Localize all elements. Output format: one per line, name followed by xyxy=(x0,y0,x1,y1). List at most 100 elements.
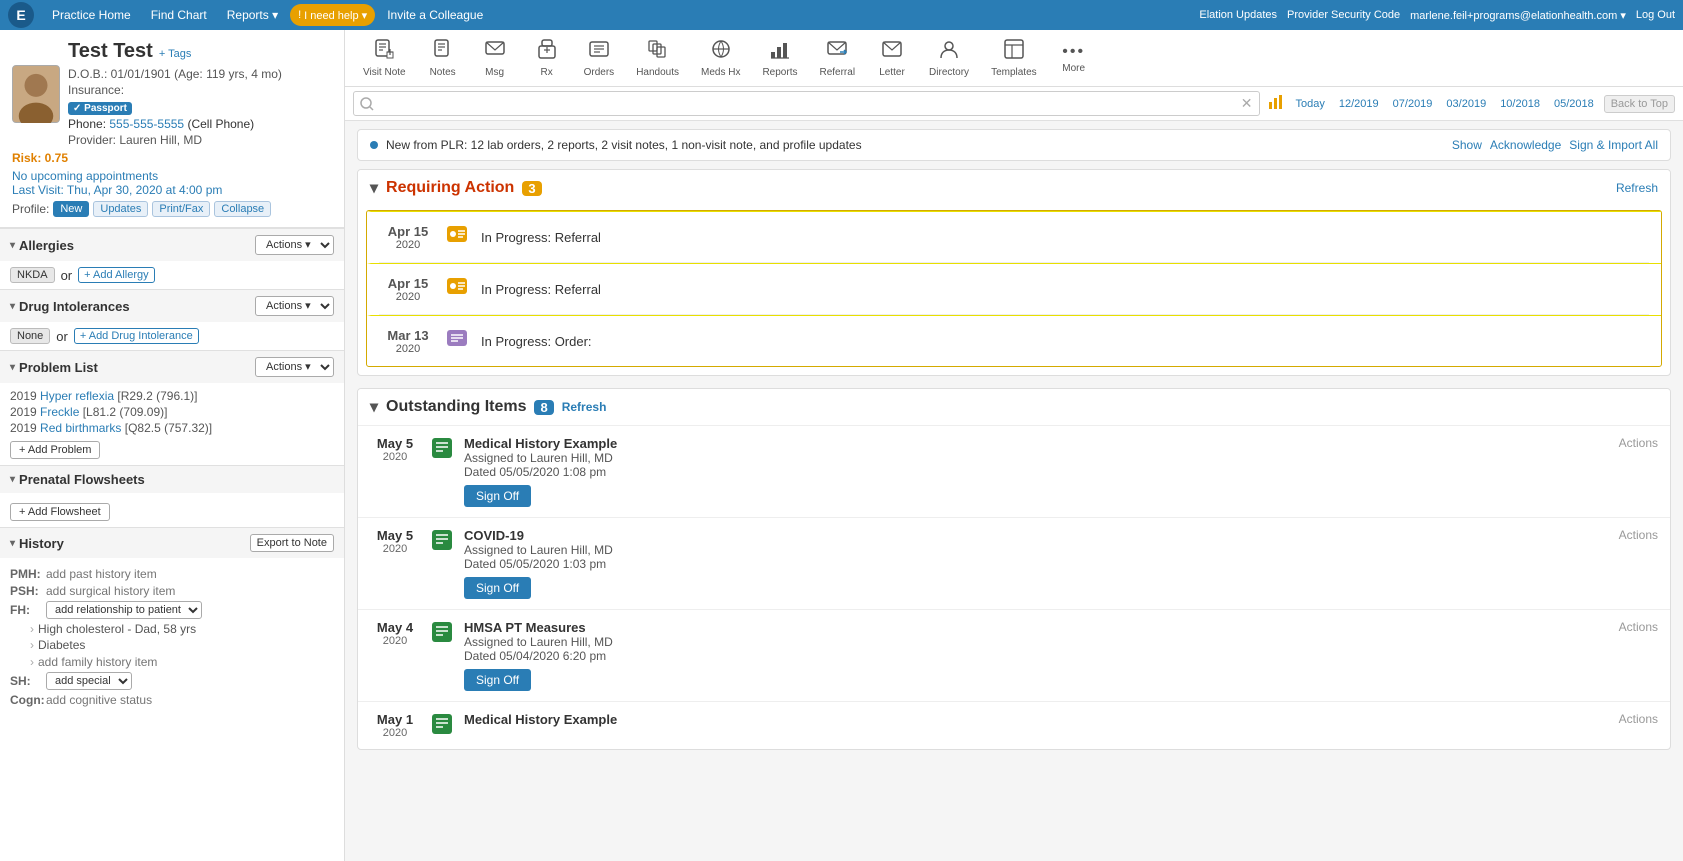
requiring-action-chevron[interactable]: ▾ xyxy=(370,178,378,198)
more-btn[interactable]: ••• More xyxy=(1049,39,1099,78)
cogn-input[interactable] xyxy=(46,693,334,707)
or-label-1: or xyxy=(61,268,73,283)
nav-practice-home[interactable]: Practice Home xyxy=(44,4,139,26)
orders-btn[interactable]: Orders xyxy=(574,34,625,82)
nav-reports[interactable]: Reports ▾ xyxy=(219,4,286,26)
add-drug-intolerance-btn[interactable]: + Add Drug Intolerance xyxy=(74,328,199,344)
history-body: PMH: PSH: FH: add relationship to patien… xyxy=(0,558,344,716)
plr-sign-import-link[interactable]: Sign & Import All xyxy=(1569,138,1658,152)
allergies-header[interactable]: Allergies Actions ▾ xyxy=(0,229,344,261)
visit-note-icon xyxy=(373,38,395,65)
referral-icon xyxy=(826,38,848,65)
phone-number[interactable]: 555-555-5555 xyxy=(109,117,184,131)
problem-list-header[interactable]: Problem List Actions ▾ xyxy=(0,351,344,383)
drug-intolerances-body: None or + Add Drug Intolerance xyxy=(0,322,344,350)
problem-name-2[interactable]: Freckle xyxy=(40,405,79,419)
outstanding-item-1-actions[interactable]: Actions xyxy=(1619,436,1658,450)
outstanding-item-3-actions[interactable]: Actions xyxy=(1619,620,1658,634)
action-date-2: Apr 15 2020 xyxy=(383,276,433,303)
last-visit[interactable]: Last Visit: Thu, Apr 30, 2020 at 4:00 pm xyxy=(12,183,332,197)
elation-updates-link[interactable]: Elation Updates xyxy=(1199,9,1277,21)
outstanding-item-4-details: Medical History Example xyxy=(464,712,1609,727)
profile-collapse-btn[interactable]: Collapse xyxy=(214,201,271,217)
letter-btn[interactable]: Letter xyxy=(867,34,917,82)
outstanding-item-1-title: Medical History Example xyxy=(464,436,1609,451)
search-input[interactable] xyxy=(378,97,1241,111)
outstanding-items-refresh[interactable]: Refresh xyxy=(562,400,607,414)
sign-off-btn-2[interactable]: Sign Off xyxy=(464,577,531,599)
action-date-1: Apr 15 2020 xyxy=(383,224,433,251)
problem-name-1[interactable]: Hyper reflexia xyxy=(40,389,114,403)
templates-btn[interactable]: Templates xyxy=(981,34,1047,82)
allergies-actions[interactable]: Actions ▾ xyxy=(255,235,334,255)
plr-show-link[interactable]: Show xyxy=(1452,138,1482,152)
add-flowsheet-btn[interactable]: + Add Flowsheet xyxy=(10,503,110,521)
provider-security-link[interactable]: Provider Security Code xyxy=(1287,9,1400,21)
drug-intolerances-header[interactable]: Drug Intolerances Actions ▾ xyxy=(0,290,344,322)
problem-list-chevron xyxy=(10,362,15,373)
sign-off-btn-1[interactable]: Sign Off xyxy=(464,485,531,507)
sign-off-btn-3[interactable]: Sign Off xyxy=(464,669,531,691)
add-problem-btn[interactable]: + Add Problem xyxy=(10,441,100,459)
left-panel: Test Test + Tags D.O.B.: 01/01/1901 (Age… xyxy=(0,30,345,861)
plr-banner: New from PLR: 12 lab orders, 2 reports, … xyxy=(357,129,1671,161)
handouts-btn[interactable]: Handouts xyxy=(626,34,689,82)
fh-item-1: › High cholesterol - Dad, 58 yrs xyxy=(30,622,334,636)
visit-note-btn[interactable]: Visit Note xyxy=(353,34,416,82)
outstanding-item-2-dated: Dated 05/05/2020 1:03 pm xyxy=(464,557,1609,571)
problem-year-3: 2019 xyxy=(10,421,40,435)
tags-link[interactable]: + Tags xyxy=(159,48,192,60)
drug-intolerances-actions[interactable]: Actions ▾ xyxy=(255,296,334,316)
timeline-today[interactable]: Today xyxy=(1292,96,1329,112)
or-label-2: or xyxy=(56,329,68,344)
handouts-icon xyxy=(647,38,669,65)
nav-find-chart[interactable]: Find Chart xyxy=(143,4,215,26)
outstanding-item-3-date: May 4 2020 xyxy=(370,620,420,647)
export-to-note-btn[interactable]: Export to Note xyxy=(250,534,334,552)
sh-select[interactable]: add special xyxy=(46,672,132,690)
outstanding-item-4-actions[interactable]: Actions xyxy=(1619,712,1658,726)
notes-btn[interactable]: Notes xyxy=(418,34,468,82)
directory-btn[interactable]: Directory xyxy=(919,34,979,82)
requiring-action-refresh[interactable]: Refresh xyxy=(1616,181,1658,195)
profile-new-btn[interactable]: New xyxy=(53,201,89,217)
fh-item-2: › Diabetes xyxy=(30,638,334,652)
nav-invite-colleague[interactable]: Invite a Colleague xyxy=(379,4,491,26)
search-clear-btn[interactable]: ✕ xyxy=(1241,95,1253,112)
timeline-may2018[interactable]: 05/2018 xyxy=(1550,96,1598,112)
right-panel: Visit Note Notes Msg Rx xyxy=(345,30,1683,861)
msg-btn[interactable]: Msg xyxy=(470,34,520,82)
orders-label: Orders xyxy=(584,67,615,78)
nav-help-alert[interactable]: ! I need help ▾ xyxy=(290,4,375,26)
rx-btn[interactable]: Rx xyxy=(522,34,572,82)
prenatal-chevron xyxy=(10,474,15,485)
fh-relationship-select[interactable]: add relationship to patient xyxy=(46,601,202,619)
problem-list-actions[interactable]: Actions ▾ xyxy=(255,357,334,377)
timeline-oct2018[interactable]: 10/2018 xyxy=(1496,96,1544,112)
problem-code-3: [Q82.5 (757.32)] xyxy=(125,421,212,435)
referral-btn[interactable]: Referral xyxy=(809,34,865,82)
allergies-section: Allergies Actions ▾ NKDA or + Add Allerg… xyxy=(0,228,344,289)
prenatal-flowsheets-header[interactable]: Prenatal Flowsheets xyxy=(0,466,344,493)
meds-hx-btn[interactable]: Meds Hx xyxy=(691,34,750,82)
outstanding-item-2-actions[interactable]: Actions xyxy=(1619,528,1658,542)
history-header: History Export to Note xyxy=(0,528,344,558)
appointments-row[interactable]: No upcoming appointments xyxy=(12,169,332,183)
psh-input[interactable] xyxy=(46,584,334,598)
plr-acknowledge-link[interactable]: Acknowledge xyxy=(1490,138,1561,152)
timeline-dec2019[interactable]: 12/2019 xyxy=(1335,96,1383,112)
logout-link[interactable]: Log Out xyxy=(1636,9,1675,21)
fh-add-input[interactable] xyxy=(38,655,334,669)
phone-row: Phone: 555-555-5555 (Cell Phone) xyxy=(68,117,332,131)
pmh-input[interactable] xyxy=(46,567,334,581)
profile-updates-btn[interactable]: Updates xyxy=(93,201,148,217)
add-allergy-btn[interactable]: + Add Allergy xyxy=(78,267,155,283)
timeline-mar2019[interactable]: 03/2019 xyxy=(1442,96,1490,112)
reports-btn[interactable]: Reports xyxy=(752,34,807,82)
profile-printfax-btn[interactable]: Print/Fax xyxy=(152,201,210,217)
back-to-top-btn[interactable]: Back to Top xyxy=(1604,95,1675,113)
user-email-link[interactable]: marlene.feil+programs@elationhealth.com … xyxy=(1410,9,1626,22)
problem-name-3[interactable]: Red birthmarks xyxy=(40,421,121,435)
outstanding-items-chevron[interactable]: ▾ xyxy=(370,397,378,417)
timeline-jul2019[interactable]: 07/2019 xyxy=(1389,96,1437,112)
